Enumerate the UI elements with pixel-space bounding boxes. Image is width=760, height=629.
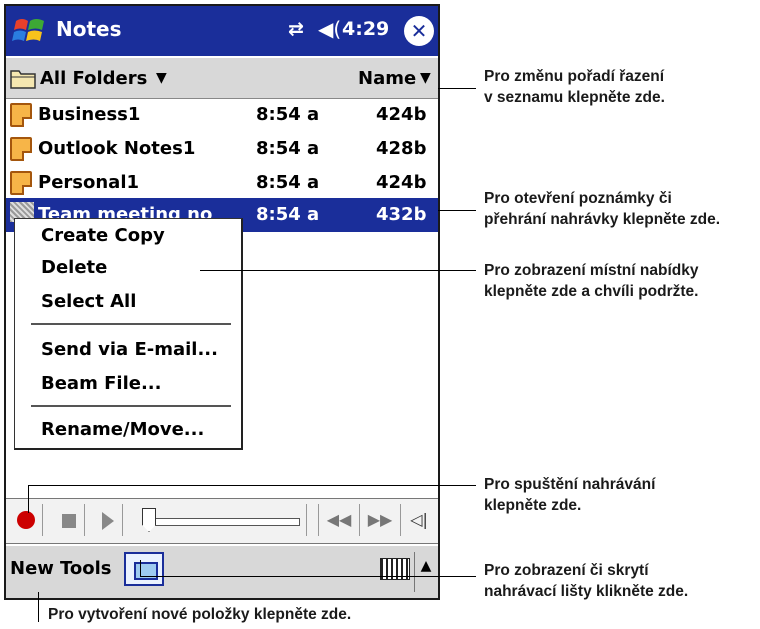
- recording-toggle-icon[interactable]: [124, 552, 164, 586]
- volume-icon[interactable]: ◀(: [318, 17, 341, 41]
- folder-icon: [10, 70, 36, 89]
- annotation-line: v seznamu klepněte zde.: [484, 89, 665, 106]
- list-item[interactable]: Business1 8:54 a 424b: [6, 98, 438, 132]
- sort-dropdown[interactable]: Name: [358, 68, 416, 89]
- clock[interactable]: 4:29: [342, 18, 389, 40]
- menu-item-create-copy[interactable]: Create Copy: [41, 225, 165, 246]
- annotation-record: Pro spuštění nahrávání klepněte zde.: [484, 474, 655, 516]
- menu-item-select-all[interactable]: Select All: [41, 291, 136, 312]
- list-item[interactable]: Outlook Notes1 8:54 a 428b: [6, 132, 438, 166]
- callout-line: [38, 592, 39, 622]
- note-time: 8:54 a: [256, 172, 320, 193]
- menu-item-delete[interactable]: Delete: [41, 257, 107, 278]
- note-size: 428b: [376, 138, 427, 159]
- position-slider[interactable]: [134, 504, 307, 536]
- menu-divider: [31, 405, 231, 407]
- note-name: Personal1: [38, 172, 140, 193]
- speaker-volume-icon[interactable]: ◁|: [404, 504, 434, 536]
- annotation-context: Pro zobrazení místní nabídky klepněte zd…: [484, 260, 698, 302]
- annotation-open: Pro otevření poznámky či přehrání nahráv…: [484, 188, 720, 230]
- note-size: 424b: [376, 172, 427, 193]
- menu-divider: [31, 323, 231, 325]
- close-button[interactable]: ✕: [404, 16, 434, 46]
- title-bar: Notes ⇄ ◀( 4:29 ✕: [6, 6, 438, 56]
- annotation-line: Pro otevření poznámky či: [484, 190, 672, 207]
- menu-bar: New Tools ▲: [6, 546, 438, 598]
- note-time: 8:54 a: [256, 138, 320, 159]
- play-button[interactable]: [92, 504, 123, 536]
- tools-menu[interactable]: Tools: [60, 558, 112, 579]
- context-menu: Create Copy Delete Select All Send via E…: [14, 218, 243, 450]
- note-time: 8:54 a: [256, 104, 320, 125]
- annotation-line: nahrávací lišty klikněte zde.: [484, 583, 689, 600]
- annotation-line: Pro spuštění nahrávání: [484, 476, 656, 493]
- list-item[interactable]: Personal1 8:54 a 424b: [6, 166, 438, 200]
- note-icon: [10, 137, 32, 161]
- callout-line: [438, 88, 476, 89]
- folder-bar: All Folders ▼ Name ▼: [6, 58, 438, 99]
- callout-line: [140, 576, 476, 577]
- note-icon: [10, 171, 32, 195]
- menu-item-send-email[interactable]: Send via E-mail...: [41, 339, 218, 360]
- menu-item-rename-move[interactable]: Rename/Move...: [41, 419, 204, 440]
- callout-line: [200, 270, 476, 271]
- next-icon[interactable]: ▶▶: [360, 504, 401, 536]
- annotation-line: Pro zobrazení či skrytí: [484, 562, 649, 579]
- new-button[interactable]: New: [10, 558, 54, 579]
- note-size: 424b: [376, 104, 427, 125]
- menu-item-beam-file[interactable]: Beam File...: [41, 373, 161, 394]
- sync-icon[interactable]: ⇄: [288, 18, 304, 40]
- note-name: Business1: [38, 104, 141, 125]
- annotation-line: Pro změnu pořadí řazení: [484, 68, 665, 85]
- chevron-down-icon[interactable]: ▼: [156, 70, 167, 86]
- note-name: Outlook Notes1: [38, 138, 196, 159]
- callout-line: [438, 210, 476, 211]
- note-size: 432b: [376, 204, 427, 225]
- stop-button[interactable]: [54, 504, 85, 536]
- chevron-down-icon[interactable]: ▼: [420, 70, 431, 86]
- annotation-line: klepněte zde a chvíli podržte.: [484, 283, 699, 300]
- callout-line: [28, 485, 29, 513]
- app-title: Notes: [56, 17, 122, 41]
- annotation-line: Pro zobrazení místní nabídky: [484, 262, 699, 279]
- previous-icon[interactable]: ◀◀: [318, 504, 360, 536]
- callout-line: [140, 560, 141, 576]
- callout-line: [28, 485, 476, 486]
- annotation-sort: Pro změnu pořadí řazení v seznamu klepně…: [484, 66, 665, 108]
- annotation-new: Pro vytvoření nové položky klepněte zde.: [48, 606, 352, 623]
- annotation-line: přehrání nahrávky klepněte zde.: [484, 211, 721, 228]
- folder-dropdown[interactable]: All Folders: [40, 68, 147, 89]
- pocket-pc-screen: Notes ⇄ ◀( 4:29 ✕ All Folders ▼ Name ▼ B…: [4, 4, 440, 600]
- note-icon: [10, 103, 32, 127]
- note-time: 8:54 a: [256, 204, 320, 225]
- slider-thumb[interactable]: [142, 508, 156, 532]
- annotation-toggle: Pro zobrazení či skrytí nahrávací lišty …: [484, 560, 688, 602]
- input-panel-arrow-icon[interactable]: ▲: [414, 552, 437, 592]
- recording-toolbar: ◀◀ ▶▶ ◁|: [6, 498, 438, 544]
- windows-start-icon[interactable]: [12, 15, 48, 47]
- slider-track: [146, 518, 300, 526]
- annotation-line: klepněte zde.: [484, 497, 582, 514]
